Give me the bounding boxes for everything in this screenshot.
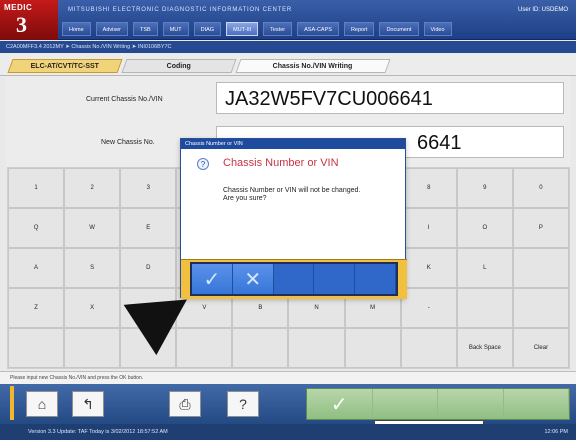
key-z[interactable]: Z [8, 288, 65, 328]
dialog-button-grid: ✓ ✕ [190, 262, 398, 296]
ok-panel: ✓ [306, 388, 570, 420]
print-icon: ⎙ [179, 395, 191, 412]
back-button[interactable]: ↰ [72, 391, 104, 417]
app-title: MITSUBISHI ELECTRONIC DIAGNOSTIC INFORMA… [68, 7, 293, 13]
breadcrumb: C2A00MFF3.4 2012MY ➤ Chassis No./VIN Wri… [0, 41, 576, 53]
key-l[interactable]: L [456, 248, 513, 288]
menu-document[interactable]: Document [379, 22, 419, 36]
key-empty [8, 328, 65, 368]
check-icon: ✓ [330, 393, 348, 416]
key-x[interactable]: X [64, 288, 121, 328]
confirm-dialog: Chassis Number or VIN ? Chassis Number o… [180, 138, 407, 299]
tab-coding[interactable]: Coding [121, 59, 237, 73]
check-icon: ✓ [203, 268, 221, 291]
logo-number: 3 [16, 12, 27, 37]
back-icon: ↰ [82, 395, 94, 412]
key-0[interactable]: 0 [512, 168, 569, 208]
dialog-button-empty [355, 264, 396, 294]
status-line: Please input new Chassis No./VIN and pre… [0, 371, 576, 384]
help-icon: ? [239, 396, 247, 412]
diagnostic-app-window: MEDIC 3 MITSUBISHI ELECTRONIC DIAGNOSTIC… [0, 0, 576, 440]
dialog-button-empty [314, 264, 356, 294]
key-8[interactable]: 8 [400, 168, 457, 208]
new-vin-label: New Chassis No. [101, 139, 155, 146]
key-3[interactable]: 3 [120, 168, 177, 208]
logo-text: MEDIC [4, 3, 33, 12]
menu-tsb[interactable]: TSB [133, 22, 158, 36]
clock: 12:06 PM [544, 429, 568, 435]
menu-report[interactable]: Report [343, 22, 375, 36]
cross-icon: ✕ [244, 268, 262, 291]
bottom-toolbar: ⌂ ↰ ⎙ ? ✓ [0, 384, 576, 424]
menu-video[interactable]: Video [423, 22, 452, 36]
key-empty [512, 288, 569, 328]
version-info: Version 3.3 Update: TAF Today is 3/02/20… [28, 429, 168, 435]
menu-home[interactable]: Home [62, 22, 91, 36]
key-9[interactable]: 9 [456, 168, 513, 208]
key-empty [64, 328, 121, 368]
key-empty [400, 328, 457, 368]
home-icon: ⌂ [37, 396, 47, 412]
dialog-button-empty [274, 264, 315, 294]
key-e[interactable]: E [120, 208, 177, 248]
key-empty [344, 328, 401, 368]
key-empty [512, 248, 569, 288]
taskbar: Version 3.3 Update: TAF Today is 3/02/20… [0, 424, 576, 440]
menu-adviser[interactable]: Adviser [95, 22, 129, 36]
top-menu: Home Adviser TSB MUT DIAG MUT-III Tester… [62, 22, 457, 36]
key-o[interactable]: O [456, 208, 513, 248]
tab-label: Chassis No./VIN Writing [272, 63, 353, 70]
medic-logo: MEDIC 3 [0, 0, 58, 40]
ok-button[interactable]: ✓ [307, 389, 373, 419]
dialog-cancel-button[interactable]: ✕ [232, 264, 274, 294]
key-k[interactable]: K [400, 248, 457, 288]
user-id: User ID: USDEMO [517, 7, 568, 13]
panel-slot [373, 389, 438, 419]
header-bar: MEDIC 3 MITSUBISHI ELECTRONIC DIAGNOSTIC… [0, 0, 576, 40]
current-vin-label: Current Chassis No./VIN [86, 96, 163, 103]
menu-mut-iii[interactable]: MUT-III [226, 22, 259, 36]
key-empty [288, 328, 345, 368]
current-vin-field: JA32W5FV7CU006641 [216, 82, 564, 114]
key-back-space[interactable]: Back Space [456, 328, 513, 368]
dialog-ok-button[interactable]: ✓ [192, 264, 233, 294]
tab-label: Coding [166, 63, 191, 70]
print-button[interactable]: ⎙ [169, 391, 201, 417]
menu-mut[interactable]: MUT [162, 22, 189, 36]
panel-slot [504, 389, 569, 419]
key-s[interactable]: S [64, 248, 121, 288]
key-1[interactable]: 1 [8, 168, 65, 208]
panel-slot [438, 389, 504, 419]
dialog-title: Chassis Number or VIN [223, 157, 339, 169]
dialog-titlebar: Chassis Number or VIN [181, 139, 405, 149]
tab-chassis-vin-writing[interactable]: Chassis No./VIN Writing [235, 59, 391, 73]
question-icon: ? [197, 158, 209, 170]
dialog-message: Chassis Number or VIN will not be change… [223, 187, 361, 202]
key-q[interactable]: Q [8, 208, 65, 248]
dialog-buttons: ✓ ✕ [181, 259, 407, 299]
key-w[interactable]: W [64, 208, 121, 248]
new-vin-value: 6641 [417, 132, 462, 154]
key--[interactable]: - [400, 288, 457, 328]
key-clear[interactable]: Clear [512, 328, 569, 368]
help-button[interactable]: ? [227, 391, 259, 417]
home-button[interactable]: ⌂ [26, 391, 58, 417]
key-p[interactable]: P [512, 208, 569, 248]
tab-label: ELC-AT/CVT/TC-SST [30, 63, 99, 70]
menu-asa-caps[interactable]: ASA-CAPS [297, 22, 339, 36]
key-empty [232, 328, 289, 368]
toolbar-separator [10, 386, 14, 420]
key-empty [456, 288, 513, 328]
menu-diag[interactable]: DIAG [193, 22, 222, 36]
key-a[interactable]: A [8, 248, 65, 288]
menu-tester[interactable]: Tester [263, 22, 293, 36]
key-i[interactable]: I [400, 208, 457, 248]
function-tabs: ELC-AT/CVT/TC-SST Coding Chassis No./VIN… [0, 54, 576, 76]
tab-elc-at[interactable]: ELC-AT/CVT/TC-SST [7, 59, 123, 73]
key-2[interactable]: 2 [64, 168, 121, 208]
dialog-header: ? Chassis Number or VIN [197, 157, 399, 175]
